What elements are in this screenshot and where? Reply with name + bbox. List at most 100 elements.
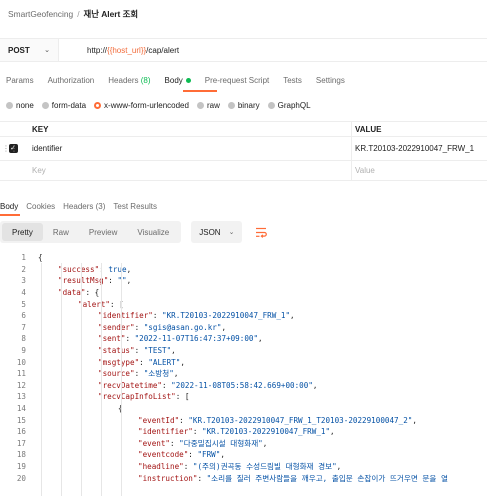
json-punctuation: : bbox=[192, 427, 203, 437]
headers-count: (8) bbox=[140, 75, 151, 85]
json-value: "TEST" bbox=[143, 346, 172, 356]
new-key-input[interactable]: Key bbox=[26, 161, 352, 180]
view-mode-segmented-control: Pretty Raw Preview Visualize bbox=[0, 221, 182, 243]
json-key: "success" bbox=[58, 264, 100, 274]
tab-params[interactable]: Params bbox=[6, 76, 34, 85]
line-number: 6 bbox=[21, 311, 26, 321]
json-key: "event" bbox=[138, 438, 171, 448]
tab-settings[interactable]: Settings bbox=[316, 76, 345, 85]
code-line: 9 "status": "TEST", bbox=[0, 345, 487, 357]
json-value: "소리를 질러 주변사람들을 깨우고, 출입문 손잡이가 뜨거우면 문을 열 bbox=[206, 473, 448, 483]
row-value-field[interactable]: KR.T20103-2022910047_FRW_1 bbox=[352, 137, 487, 160]
radio-circle-icon bbox=[227, 101, 235, 109]
table-header-row: KEY VALUE bbox=[0, 121, 487, 137]
json-value: "" bbox=[117, 276, 127, 286]
chevron-down-icon: ⌄ bbox=[44, 47, 50, 54]
json-punctuation: : bbox=[134, 322, 144, 332]
radio-none[interactable]: none bbox=[6, 101, 34, 110]
code-line: 3 "resultMsg": "", bbox=[0, 275, 487, 287]
new-value-input[interactable]: Value bbox=[352, 161, 487, 180]
code-line: 10 "msgtype": "ALERT", bbox=[0, 356, 487, 368]
wrap-lines-icon[interactable] bbox=[250, 221, 272, 243]
radio-x-www-form-urlencoded[interactable]: x-www-form-urlencoded bbox=[94, 101, 189, 110]
tab-headers[interactable]: Headers (8) bbox=[108, 76, 150, 85]
request-bar: POST ⌄ http://{{host_url}}/cap/alert bbox=[0, 38, 487, 62]
tab-pre-request-script[interactable]: Pre-request Script bbox=[205, 76, 269, 85]
tab-headers-label: Headers bbox=[108, 75, 139, 85]
json-punctuation: , bbox=[330, 427, 335, 437]
line-number: 2 bbox=[21, 264, 26, 274]
response-tab-headers[interactable]: Headers (3) bbox=[63, 202, 105, 211]
json-punctuation: , bbox=[336, 461, 342, 471]
format-select[interactable]: JSON ⌄ bbox=[191, 221, 243, 243]
json-value: "소방청" bbox=[143, 369, 174, 379]
line-number: 16 bbox=[16, 427, 26, 437]
url-prefix: http:// bbox=[87, 45, 108, 55]
json-key: "sender" bbox=[98, 322, 135, 332]
code-line: 11 "source": "소방청", bbox=[0, 368, 487, 380]
radio-form-data[interactable]: form-data bbox=[41, 100, 87, 110]
table-row-empty: Key Value bbox=[0, 161, 487, 181]
json-punctuation: : bbox=[197, 473, 207, 483]
url-input[interactable]: http://{{host_url}}/cap/alert bbox=[58, 39, 487, 61]
json-punctuation: : bbox=[152, 311, 163, 321]
tab-body[interactable]: Body bbox=[165, 76, 191, 85]
json-punctuation: { bbox=[38, 253, 43, 263]
chevron-down-icon: ⌄ bbox=[228, 229, 235, 236]
code-line: 8 "sent": "2022-11-07T16:47:37+09:00", bbox=[0, 333, 487, 345]
radio-raw[interactable]: raw bbox=[196, 100, 220, 110]
json-value: "KR.T20103-2022910047_FRW_1" bbox=[162, 311, 291, 321]
json-punctuation: , bbox=[171, 346, 176, 356]
line-number: 18 bbox=[16, 450, 26, 460]
response-tab-body[interactable]: Body bbox=[0, 202, 18, 211]
radio-binary[interactable]: binary bbox=[227, 101, 260, 110]
code-line: 2 "success": true, bbox=[0, 264, 487, 276]
row-check-cell: ⋮⋮ ✓ bbox=[0, 144, 26, 153]
radio-circle-icon bbox=[267, 101, 275, 109]
radio-graphql[interactable]: GraphQL bbox=[267, 100, 311, 110]
radio-form-data-label: form-data bbox=[51, 100, 87, 110]
breadcrumb-collection[interactable]: SmartGeofencing bbox=[8, 9, 73, 19]
request-title[interactable]: 재난 Alert 조회 bbox=[84, 8, 139, 20]
method-label: POST bbox=[8, 45, 30, 55]
response-active-tab-underline bbox=[0, 214, 20, 216]
line-number: 10 bbox=[16, 357, 26, 367]
line-number: 20 bbox=[16, 473, 26, 483]
code-line: 6 "identifier": "KR.T20103-2022910047_FRW… bbox=[0, 310, 487, 322]
tab-tests[interactable]: Tests bbox=[283, 76, 302, 85]
response-toolbar: Pretty Raw Preview Visualize JSON ⌄ bbox=[0, 221, 272, 243]
json-value: "(주의)권곡동 수성드림빌 대형화재 경보" bbox=[192, 461, 337, 471]
json-key: "alert" bbox=[78, 299, 111, 309]
json-value: "2022-11-07T16:47:37+09:00" bbox=[134, 334, 259, 344]
view-mode-preview[interactable]: Preview bbox=[79, 223, 127, 241]
line-number: 3 bbox=[21, 276, 26, 286]
json-key: "recvCapInfoList" bbox=[98, 392, 176, 402]
radio-graphql-label: GraphQL bbox=[277, 100, 311, 110]
response-tab-cookies[interactable]: Cookies bbox=[26, 202, 55, 211]
json-punctuation: : bbox=[108, 276, 118, 286]
json-punctuation: : bbox=[134, 369, 144, 379]
tab-authorization[interactable]: Authorization bbox=[48, 76, 95, 85]
indent-guide bbox=[81, 263, 82, 496]
json-key: "recvDatetime" bbox=[98, 380, 163, 390]
method-select[interactable]: POST ⌄ bbox=[0, 46, 58, 55]
view-mode-raw[interactable]: Raw bbox=[43, 223, 79, 241]
drag-handle-icon[interactable]: ⋮⋮ bbox=[2, 144, 18, 153]
json-punctuation: , bbox=[290, 311, 295, 321]
radio-none-label: none bbox=[16, 100, 34, 110]
url-variable: {{host_url}} bbox=[107, 45, 147, 55]
json-punctuation: , bbox=[412, 415, 417, 425]
view-mode-pretty[interactable]: Pretty bbox=[2, 223, 43, 241]
code-line: 19 "headline": "(주의)권곡동 수성드림빌 대형화재 경보", bbox=[0, 461, 487, 473]
row-key-field[interactable]: identifier bbox=[26, 137, 352, 160]
code-line: 20 "instruction": "소리를 질러 주변사람들을 깨우고, 출입문… bbox=[0, 472, 487, 484]
view-mode-visualize[interactable]: Visualize bbox=[127, 223, 179, 241]
code-line: 13 "recvCapInfoList": [ bbox=[0, 391, 487, 403]
response-body-code[interactable]: 1{2 "success": true, 3 "resultMsg": "", 4 "da… bbox=[0, 252, 487, 496]
body-params-table: KEY VALUE ⋮⋮ ✓ identifier KR.T20103-2022… bbox=[0, 121, 487, 181]
key-column-header: KEY bbox=[26, 122, 352, 136]
json-value: "2022-11-08T05:58:42.669+00:00" bbox=[171, 380, 313, 390]
response-tab-test-results[interactable]: Test Results bbox=[113, 202, 157, 211]
radio-raw-label: raw bbox=[206, 100, 220, 110]
line-number: 14 bbox=[16, 404, 26, 414]
